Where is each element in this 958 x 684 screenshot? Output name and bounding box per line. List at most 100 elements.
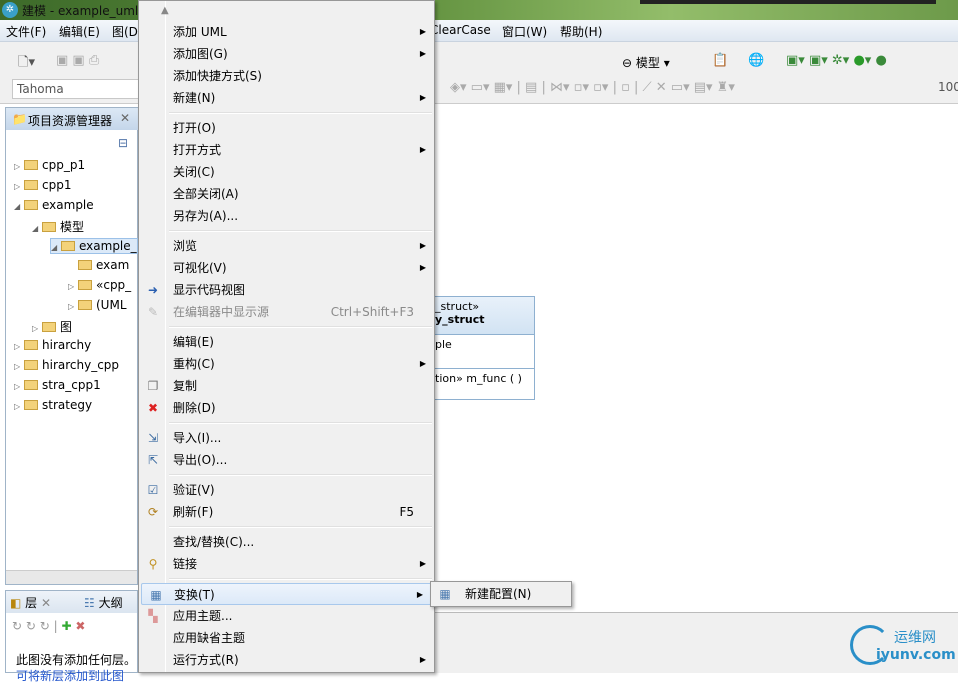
- menu-item-24[interactable]: ☑ 验证(V): [139, 479, 434, 501]
- expand-toggle-icon[interactable]: ▷: [14, 382, 24, 391]
- menu-item-27[interactable]: 查找/替换(C)...: [139, 531, 434, 553]
- menu-item-label: 新建配置(N): [465, 587, 532, 601]
- code-view-icon: ➜: [147, 283, 159, 297]
- run-tools-icons[interactable]: ▣▾ ▣▾ ✲▾ ●▾ ●: [786, 53, 887, 68]
- menu-item-33[interactable]: 运行方式(R) ▶: [139, 649, 434, 671]
- tree-item-label: example: [42, 198, 94, 212]
- menu-item-0[interactable]: 添加 UML ▶: [139, 21, 434, 43]
- menu-item-28[interactable]: ⚲ 链接 ▶: [139, 553, 434, 575]
- tree-item[interactable]: ▷ hirarchy: [14, 338, 91, 352]
- globe-icon[interactable]: 🌐: [748, 53, 764, 68]
- menu-edit[interactable]: 编辑(E): [59, 23, 100, 40]
- menu-item-14[interactable]: ✎ 在编辑器中显示源 Ctrl+Shift+F3: [139, 301, 434, 323]
- close-icon[interactable]: ✕: [41, 596, 51, 610]
- expand-toggle-icon[interactable]: ▷: [68, 282, 78, 291]
- menu-item-22[interactable]: ⇱ 导出(O)...: [139, 449, 434, 471]
- menu-item-7[interactable]: 关闭(C): [139, 161, 434, 183]
- menu-separator: [139, 471, 434, 479]
- folder-icon: [78, 280, 92, 290]
- menu-item-label: 显示代码视图: [173, 283, 246, 297]
- menu-item-30[interactable]: ▦ 变换(T) ▶: [141, 583, 432, 605]
- menu-item-2[interactable]: 添加快捷方式(S): [139, 65, 434, 87]
- tree-item-label: 模型: [60, 220, 85, 234]
- expand-toggle-icon[interactable]: ▷: [68, 302, 78, 311]
- menu-item-18[interactable]: ❐ 复制: [139, 375, 434, 397]
- tree-item[interactable]: exam: [68, 258, 129, 272]
- menu-help[interactable]: 帮助(H): [560, 23, 602, 40]
- add-layer-link[interactable]: 可将新层添加到此图: [16, 667, 124, 684]
- menu-item-label: 导入(I)...: [173, 431, 222, 445]
- menu-item-16[interactable]: 编辑(E): [139, 331, 434, 353]
- folder-icon: [78, 300, 92, 310]
- menu-item-new-config[interactable]: ▦ 新建配置(N): [431, 583, 571, 605]
- menu-item-3[interactable]: 新建(N) ▶: [139, 87, 434, 109]
- layer-icon: ◧: [10, 596, 22, 610]
- menu-item-11[interactable]: 浏览 ▶: [139, 235, 434, 257]
- layer-tool-icons[interactable]: ↻ ↻ ↻ | ✚ ✖: [12, 619, 85, 633]
- task-icon[interactable]: 📋: [712, 53, 728, 68]
- menu-item-32[interactable]: 应用缺省主题: [139, 627, 434, 649]
- tree-item[interactable]: ▷ 图: [32, 318, 72, 335]
- tree-item-label: hirarchy_cpp: [42, 358, 120, 372]
- menu-item-5[interactable]: 打开(O): [139, 117, 434, 139]
- menu-item-label: 可视化(V): [173, 261, 227, 275]
- menu-item-25[interactable]: ⟳ 刷新(F) F5: [139, 501, 434, 523]
- expand-toggle-icon[interactable]: ▷: [14, 182, 24, 191]
- save-icon[interactable]: ▣ ▣ ⎙: [56, 53, 99, 68]
- menu-item-label: 添加图(G): [173, 47, 228, 61]
- perspective-model[interactable]: ⊖ 模型 ▾: [622, 54, 670, 71]
- zoom-field[interactable]: 100: [938, 80, 958, 94]
- expand-toggle-icon[interactable]: ▷: [14, 342, 24, 351]
- tree-item[interactable]: ◢ 模型: [32, 218, 84, 235]
- expand-toggle-icon[interactable]: ◢: [14, 202, 24, 211]
- tree-item[interactable]: ▷ cpp_p1: [14, 158, 85, 172]
- menu-item-8[interactable]: 全部关闭(A): [139, 183, 434, 205]
- close-icon[interactable]: ✕: [120, 111, 130, 125]
- tree-item[interactable]: ▷ strategy: [14, 398, 92, 412]
- scroll-up-arrow-icon[interactable]: ▲: [161, 5, 169, 16]
- menu-item-31[interactable]: ▚ 应用主题...: [139, 605, 434, 627]
- tree-item[interactable]: ▷ cpp1: [14, 178, 71, 192]
- menu-item-9[interactable]: 另存为(A)...: [139, 205, 434, 227]
- uml-struct-box[interactable]: _struct» y_struct ple tion» m_func ( ): [430, 296, 535, 400]
- menu-item-13[interactable]: ➜ 显示代码视图: [139, 279, 434, 301]
- horizontal-scrollbar[interactable]: [6, 570, 137, 584]
- layer-tab[interactable]: ◧ 层 ✕: [10, 594, 51, 611]
- menu-item-19[interactable]: ✖ 删除(D): [139, 397, 434, 419]
- tree-item[interactable]: ◢ example_: [50, 238, 138, 254]
- expand-toggle-icon[interactable]: ▷: [14, 402, 24, 411]
- menu-separator: [139, 523, 434, 531]
- tree-item[interactable]: ▷ stra_cpp1: [14, 378, 101, 392]
- tree-item[interactable]: ▷ (UML: [68, 298, 127, 312]
- collapse-all-icon[interactable]: ⊟: [118, 136, 128, 150]
- outline-tab-label: 大纲: [98, 596, 123, 610]
- explorer-tab[interactable]: 📁 项目资源管理器 ✕: [6, 108, 139, 130]
- tree-item-label: 图: [60, 320, 73, 334]
- font-select[interactable]: Tahoma: [12, 79, 142, 99]
- theme-icon: ▚: [148, 609, 158, 623]
- menu-item-6[interactable]: 打开方式 ▶: [139, 139, 434, 161]
- expand-toggle-icon[interactable]: ▷: [14, 362, 24, 371]
- title-decoration: [640, 0, 936, 4]
- tree-item-label: strategy: [42, 398, 93, 412]
- menu-item-1[interactable]: 添加图(G) ▶: [139, 43, 434, 65]
- expand-toggle-icon[interactable]: ◢: [32, 224, 42, 233]
- expand-toggle-icon[interactable]: ▷: [14, 162, 24, 171]
- menu-item-label: 刷新(F): [173, 505, 214, 519]
- tree-item[interactable]: ▷ «cpp_: [68, 278, 131, 292]
- menu-item-17[interactable]: 重构(C) ▶: [139, 353, 434, 375]
- expand-toggle-icon[interactable]: ◢: [51, 243, 61, 252]
- outline-tab[interactable]: ☷ 大纲: [84, 594, 123, 611]
- tree-item[interactable]: ◢ example: [14, 198, 94, 212]
- menu-file[interactable]: 文件(F): [6, 23, 46, 40]
- menu-item-label: 编辑(E): [173, 335, 214, 349]
- menu-item-label: 复制: [173, 379, 198, 393]
- format-icons[interactable]: ◈▾ ▭▾ ▦▾ | ▤ | ⋈▾ ▫▾ ▫▾ | ▫ | ⟋ ✕ ▭▾ ▤▾ …: [450, 80, 735, 95]
- menu-clearcase[interactable]: ClearCase: [430, 23, 491, 37]
- expand-toggle-icon[interactable]: ▷: [32, 324, 42, 333]
- new-icon[interactable]: 🗋▾: [18, 53, 35, 75]
- tree-item[interactable]: ▷ hirarchy_cpp: [14, 358, 119, 372]
- menu-item-12[interactable]: 可视化(V) ▶: [139, 257, 434, 279]
- menu-window[interactable]: 窗口(W): [502, 23, 547, 40]
- menu-item-21[interactable]: ⇲ 导入(I)...: [139, 427, 434, 449]
